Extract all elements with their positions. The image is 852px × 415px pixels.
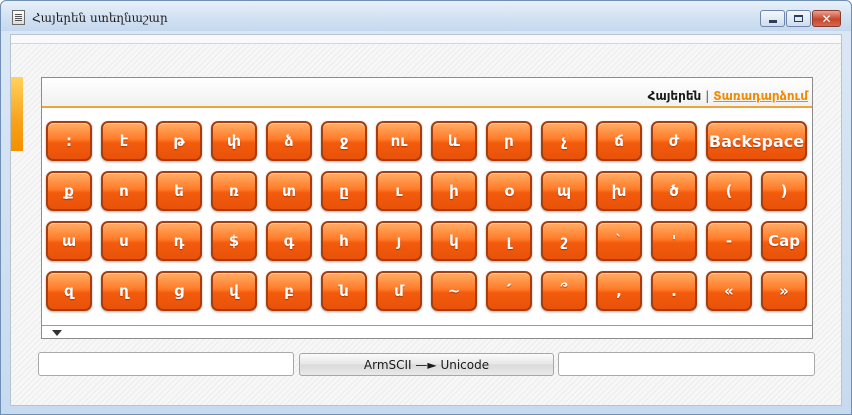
- key-2-7[interactable]: կ: [431, 221, 477, 261]
- key-1-1[interactable]: ո: [101, 171, 147, 211]
- top-strip: [11, 35, 841, 44]
- key-1-9[interactable]: պ: [541, 171, 587, 211]
- key-0-9[interactable]: չ: [541, 121, 587, 161]
- key-1-6[interactable]: ւ: [376, 171, 422, 211]
- keyboard-footer: [42, 325, 812, 338]
- key-3-6[interactable]: մ: [376, 271, 422, 311]
- key-2-4[interactable]: գ: [266, 221, 312, 261]
- armscii-input[interactable]: [38, 352, 294, 376]
- key-1-7[interactable]: ի: [431, 171, 477, 211]
- key-2-3[interactable]: $: [211, 221, 257, 261]
- key-3-4[interactable]: բ: [266, 271, 312, 311]
- key-2-6[interactable]: յ: [376, 221, 422, 261]
- language-armenian[interactable]: Հայերեն: [648, 89, 702, 103]
- key-1-5[interactable]: ը: [321, 171, 367, 211]
- unicode-output[interactable]: [558, 352, 815, 376]
- key-0-0[interactable]: :: [46, 121, 92, 161]
- app-window: Հայերեն ստեղնաշար ✕ Հայերեն | Տառադարձում …: [0, 0, 852, 415]
- key-3-0[interactable]: զ: [46, 271, 92, 311]
- key-1-11[interactable]: ծ: [651, 171, 697, 211]
- app-icon: [12, 10, 25, 25]
- language-separator: |: [705, 89, 710, 103]
- client-area: Հայերեն | Տառադարձում : է թ փ ձ ջ ու և ր չ ճ ժ Backspa…: [10, 34, 842, 406]
- minimize-icon: [768, 20, 777, 23]
- keyboard-panel: Հայերեն | Տառադարձում : է թ փ ձ ջ ու և ր չ ճ ժ Backspa…: [41, 77, 813, 339]
- key-2-1[interactable]: ս: [101, 221, 147, 261]
- key-2-11[interactable]: ': [651, 221, 697, 261]
- key-3-10[interactable]: ,: [596, 271, 642, 311]
- title-bar[interactable]: Հայերեն ստեղնաշար ✕: [1, 1, 851, 31]
- convert-button[interactable]: ArmSCII —► Unicode: [299, 353, 554, 376]
- caption-buttons: ✕: [759, 10, 841, 27]
- side-tab: [11, 77, 23, 151]
- key-1-13[interactable]: ): [761, 171, 807, 211]
- key-0-12[interactable]: Backspace: [706, 121, 807, 161]
- key-3-1[interactable]: ղ: [101, 271, 147, 311]
- key-0-3[interactable]: փ: [211, 121, 257, 161]
- key-0-11[interactable]: ժ: [651, 121, 697, 161]
- key-3-9[interactable]: ՞: [541, 271, 587, 311]
- key-2-8[interactable]: լ: [486, 221, 532, 261]
- key-3-7[interactable]: ~: [431, 271, 477, 311]
- key-grid: : է թ փ ձ ջ ու և ր չ ճ ժ Backspace ք ո ե ռ տ ը ւ ի օ պ խ ծ() ա ս դ $…: [46, 121, 814, 320]
- key-2-13[interactable]: Cap: [761, 221, 807, 261]
- language-switch: Հայերեն | Տառադարձում: [648, 89, 808, 103]
- key-3-3[interactable]: վ: [211, 271, 257, 311]
- minimize-button[interactable]: [760, 10, 785, 27]
- key-2-10[interactable]: `: [596, 221, 642, 261]
- key-3-12[interactable]: «: [706, 271, 752, 311]
- collapse-arrow-icon[interactable]: [52, 330, 62, 336]
- keyboard-header: Հայերեն | Տառադարձում: [42, 78, 812, 108]
- key-1-3[interactable]: ռ: [211, 171, 257, 211]
- key-0-5[interactable]: ջ: [321, 121, 367, 161]
- close-button[interactable]: ✕: [812, 10, 841, 27]
- key-2-12[interactable]: -: [706, 221, 752, 261]
- maximize-icon: [794, 15, 803, 22]
- key-1-10[interactable]: խ: [596, 171, 642, 211]
- key-1-8[interactable]: օ: [486, 171, 532, 211]
- key-1-0[interactable]: ք: [46, 171, 92, 211]
- key-1-2[interactable]: ե: [156, 171, 202, 211]
- maximize-button[interactable]: [786, 10, 811, 27]
- key-2-9[interactable]: շ: [541, 221, 587, 261]
- key-1-4[interactable]: տ: [266, 171, 312, 211]
- key-2-0[interactable]: ա: [46, 221, 92, 261]
- key-0-4[interactable]: ձ: [266, 121, 312, 161]
- key-3-5[interactable]: ն: [321, 271, 367, 311]
- key-0-8[interactable]: ր: [486, 121, 532, 161]
- key-3-2[interactable]: ց: [156, 271, 202, 311]
- key-1-12[interactable]: (: [706, 171, 752, 211]
- key-2-2[interactable]: դ: [156, 221, 202, 261]
- key-3-13[interactable]: »: [761, 271, 807, 311]
- key-0-2[interactable]: թ: [156, 121, 202, 161]
- window-title: Հայերեն ստեղնաշար: [32, 11, 168, 25]
- close-icon: ✕: [821, 11, 832, 26]
- key-0-7[interactable]: և: [431, 121, 477, 161]
- key-2-5[interactable]: հ: [321, 221, 367, 261]
- language-transliteration-link[interactable]: Տառադարձում: [713, 89, 808, 103]
- key-0-1[interactable]: է: [101, 121, 147, 161]
- key-3-11[interactable]: .: [651, 271, 697, 311]
- key-3-8[interactable]: ՛: [486, 271, 532, 311]
- key-0-6[interactable]: ու: [376, 121, 422, 161]
- key-0-10[interactable]: ճ: [596, 121, 642, 161]
